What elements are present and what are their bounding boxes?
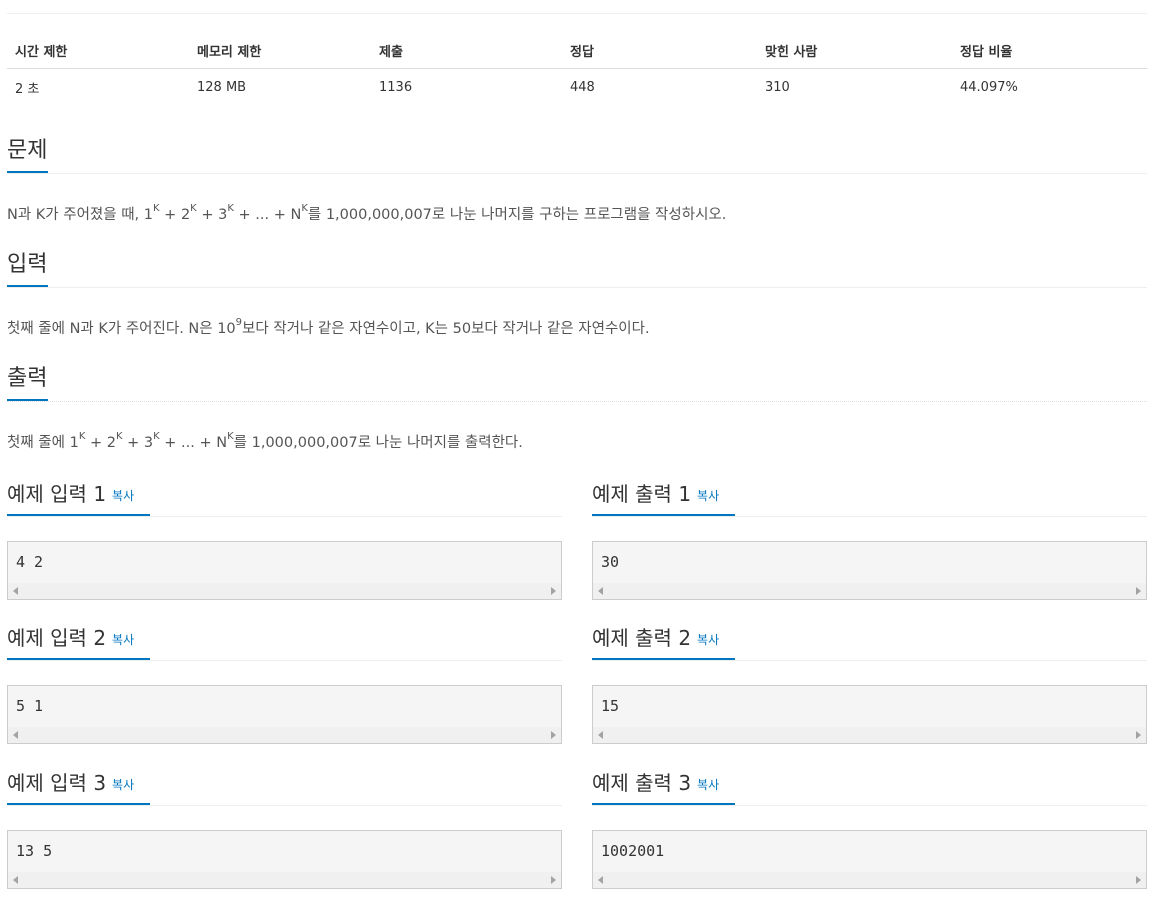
header-accept-ratio: 정답 비율 xyxy=(960,45,1013,60)
sample-output-1-box[interactable]: 30 xyxy=(592,541,1147,600)
sample-output-3-text: 1002001 xyxy=(601,842,665,860)
horizontal-scrollbar[interactable] xyxy=(8,727,561,743)
header-solved-users: 맞힌 사람 xyxy=(765,45,818,60)
sample-output-3-box[interactable]: 1002001 xyxy=(592,830,1147,889)
sample-input-3-text: 13 5 xyxy=(16,842,53,860)
value-time-limit: 2 초 xyxy=(15,81,40,97)
problem-description: N과 K가 주어졌을 때, 1K + 2K + 3K + ... + NK를 1… xyxy=(7,203,727,223)
problem-info-table: 시간 제한 메모리 제한 제출 정답 맞힌 사람 정답 비율 2 초 128 M… xyxy=(7,33,1147,105)
horizontal-scrollbar[interactable] xyxy=(593,727,1146,743)
scroll-left-icon[interactable] xyxy=(598,731,603,739)
horizontal-scrollbar[interactable] xyxy=(8,583,561,599)
scroll-left-icon[interactable] xyxy=(598,876,603,884)
input-description: 첫째 줄에 N과 K가 주어진다. N은 109보다 작거나 같은 자연수이고,… xyxy=(7,317,650,337)
header-submissions: 제출 xyxy=(379,45,403,60)
sample-output-1-header: 예제 출력 1 복사 xyxy=(592,478,1147,517)
scroll-left-icon[interactable] xyxy=(13,587,18,595)
sample-input-1-title: 예제 입력 1 복사 xyxy=(7,478,151,516)
scroll-left-icon[interactable] xyxy=(598,587,603,595)
input-section-header: 입력 xyxy=(7,249,1147,288)
value-memory-limit: 128 MB xyxy=(197,79,247,95)
scroll-right-icon[interactable] xyxy=(1136,731,1141,739)
scroll-right-icon[interactable] xyxy=(551,731,556,739)
horizontal-scrollbar[interactable] xyxy=(593,872,1146,888)
sample-input-1-box[interactable]: 4 2 xyxy=(7,541,562,600)
scroll-left-icon[interactable] xyxy=(13,731,18,739)
copy-button[interactable]: 복사 xyxy=(112,778,134,792)
value-submissions: 1136 xyxy=(379,79,413,95)
sample-output-2-header: 예제 출력 2 복사 xyxy=(592,622,1147,661)
sample-input-3-header: 예제 입력 3 복사 xyxy=(7,767,562,806)
header-accepted: 정답 xyxy=(570,45,594,60)
value-accept-ratio: 44.097% xyxy=(960,79,1018,95)
copy-button[interactable]: 복사 xyxy=(697,778,719,792)
sample-input-2-title: 예제 입력 2 복사 xyxy=(7,622,151,660)
scroll-right-icon[interactable] xyxy=(1136,876,1141,884)
horizontal-scrollbar[interactable] xyxy=(8,872,561,888)
output-section-header: 출력 xyxy=(7,363,1147,402)
value-solved-users: 310 xyxy=(765,79,790,95)
sample-input-2-box[interactable]: 5 1 xyxy=(7,685,562,744)
problem-section-header: 문제 xyxy=(7,135,1147,174)
scroll-right-icon[interactable] xyxy=(551,587,556,595)
top-divider xyxy=(7,13,1147,14)
output-description: 첫째 줄에 1K + 2K + 3K + ... + NK를 1,000,000… xyxy=(7,431,523,451)
sample-output-1-title: 예제 출력 1 복사 xyxy=(592,478,736,516)
scroll-right-icon[interactable] xyxy=(551,876,556,884)
table-row: 2 초 128 MB 1136 448 310 44.097% xyxy=(7,69,1147,105)
sample-output-3-title: 예제 출력 3 복사 xyxy=(592,767,736,805)
sample-input-3-title: 예제 입력 3 복사 xyxy=(7,767,151,805)
copy-button[interactable]: 복사 xyxy=(697,633,719,647)
copy-button[interactable]: 복사 xyxy=(112,489,134,503)
sample-input-3-box[interactable]: 13 5 xyxy=(7,830,562,889)
sample-input-1-header: 예제 입력 1 복사 xyxy=(7,478,562,517)
copy-button[interactable]: 복사 xyxy=(112,633,134,647)
scroll-right-icon[interactable] xyxy=(1136,587,1141,595)
sample-input-2-text: 5 1 xyxy=(16,697,44,715)
sample-output-2-text: 15 xyxy=(601,697,620,715)
sample-input-2-header: 예제 입력 2 복사 xyxy=(7,622,562,661)
problem-title: 문제 xyxy=(7,135,49,173)
sample-output-1-text: 30 xyxy=(601,553,620,571)
sample-output-2-box[interactable]: 15 xyxy=(592,685,1147,744)
scroll-left-icon[interactable] xyxy=(13,876,18,884)
header-memory-limit: 메모리 제한 xyxy=(197,45,262,60)
output-title: 출력 xyxy=(7,363,49,401)
value-accepted: 448 xyxy=(570,79,595,95)
copy-button[interactable]: 복사 xyxy=(697,489,719,503)
input-title: 입력 xyxy=(7,249,49,287)
sample-output-2-title: 예제 출력 2 복사 xyxy=(592,622,736,660)
info-table-header: 시간 제한 메모리 제한 제출 정답 맞힌 사람 정답 비율 xyxy=(7,33,1147,69)
sample-output-3-header: 예제 출력 3 복사 xyxy=(592,767,1147,806)
horizontal-scrollbar[interactable] xyxy=(593,583,1146,599)
header-time-limit: 시간 제한 xyxy=(15,45,68,60)
sample-input-1-text: 4 2 xyxy=(16,553,44,571)
